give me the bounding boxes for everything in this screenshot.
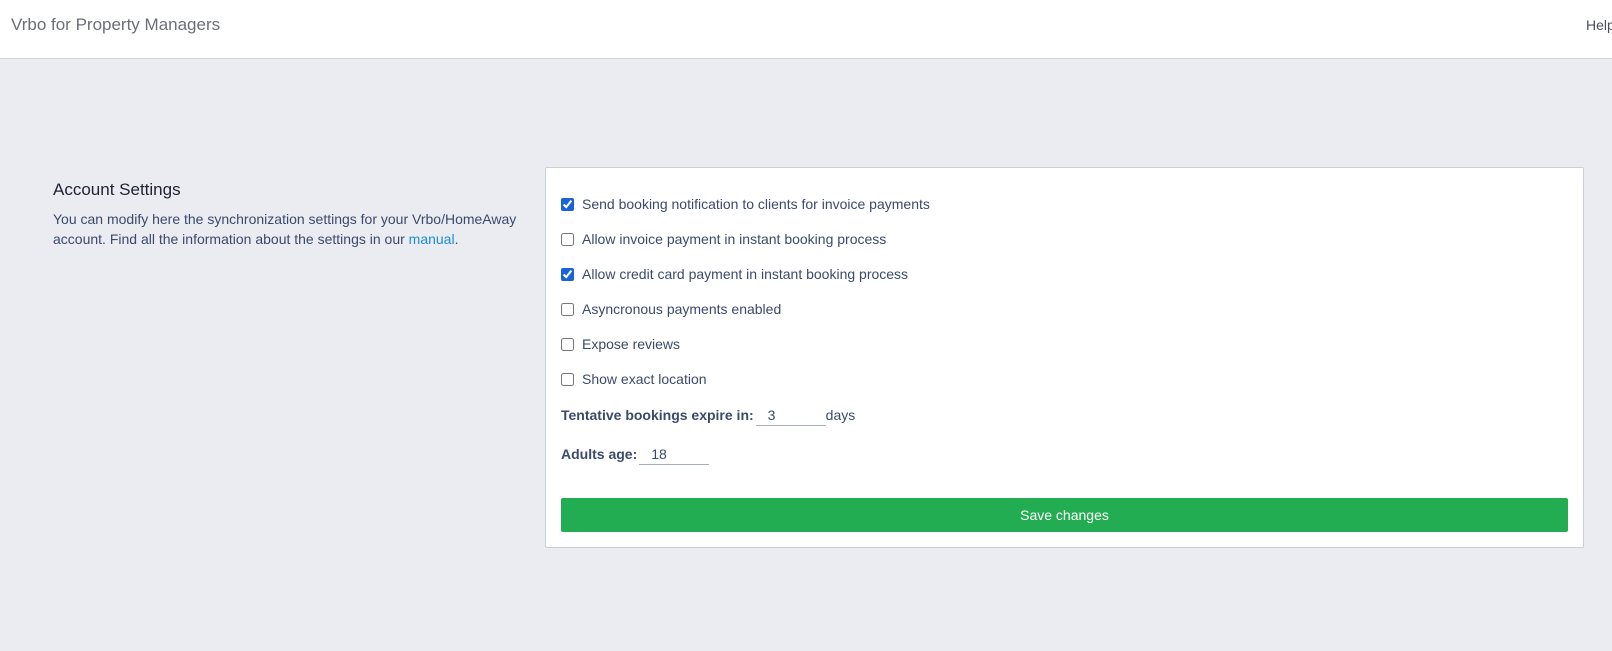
- asynchronous-payments-checkbox[interactable]: [561, 302, 574, 316]
- page-title: Account Settings: [53, 180, 181, 199]
- option-allow-invoice-payment[interactable]: Allow invoice payment in instant booking…: [561, 229, 886, 249]
- help-link[interactable]: Help: [1586, 17, 1612, 33]
- adults-age-label: Adults age:: [561, 446, 638, 462]
- tentative-bookings-unit: days: [825, 407, 856, 423]
- adults-age-row: Adults age:: [561, 441, 710, 467]
- option-asynchronous-payments[interactable]: Asyncronous payments enabled: [561, 299, 781, 319]
- tentative-bookings-row: Tentative bookings expire in: days: [561, 402, 855, 428]
- tentative-bookings-input[interactable]: [755, 404, 826, 426]
- expose-reviews-label: Expose reviews: [582, 336, 681, 352]
- option-expose-reviews[interactable]: Expose reviews: [561, 334, 680, 354]
- allow-credit-card-payment-label: Allow credit card payment in instant boo…: [582, 266, 909, 282]
- option-send-booking-notification[interactable]: Send booking notification to clients for…: [561, 194, 930, 214]
- show-exact-location-checkbox[interactable]: [561, 372, 574, 386]
- send-booking-notification-label: Send booking notification to clients for…: [582, 196, 930, 212]
- send-booking-notification-checkbox[interactable]: [561, 197, 574, 211]
- show-exact-location-label: Show exact location: [582, 371, 707, 387]
- intro-description: You can modify here the synchronization …: [53, 209, 533, 249]
- adults-age-input[interactable]: [639, 443, 710, 465]
- expose-reviews-checkbox[interactable]: [561, 337, 574, 351]
- intro-section: Account Settings You can modify here the…: [53, 180, 533, 249]
- option-show-exact-location[interactable]: Show exact location: [561, 369, 707, 389]
- settings-panel: Send booking notification to clients for…: [545, 167, 1584, 548]
- intro-description-end: .: [454, 231, 459, 247]
- save-changes-button[interactable]: Save changes: [561, 498, 1568, 532]
- tentative-bookings-label: Tentative bookings expire in:: [561, 407, 754, 423]
- allow-invoice-payment-checkbox[interactable]: [561, 232, 574, 246]
- top-bar: Vrbo for Property Managers Help: [0, 0, 1612, 59]
- option-allow-credit-card-payment[interactable]: Allow credit card payment in instant boo…: [561, 264, 908, 284]
- manual-link[interactable]: manual: [409, 231, 455, 247]
- app-title: Vrbo for Property Managers: [11, 15, 221, 34]
- allow-invoice-payment-label: Allow invoice payment in instant booking…: [582, 231, 887, 247]
- asynchronous-payments-label: Asyncronous payments enabled: [582, 301, 782, 317]
- allow-credit-card-payment-checkbox[interactable]: [561, 267, 574, 281]
